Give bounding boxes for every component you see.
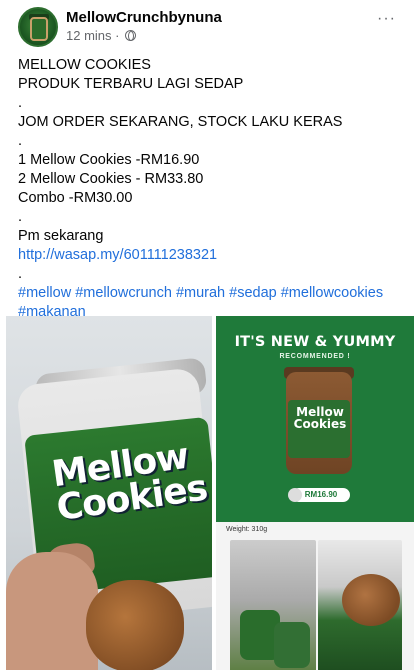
- page-avatar[interactable]: [18, 7, 58, 47]
- post-timestamp[interactable]: 12 mins ·: [66, 28, 137, 43]
- post-header: MellowCrunchbynuna 12 mins · ···: [0, 0, 414, 52]
- small-jar: [274, 622, 310, 668]
- photo-grid: Mellow Cookies IT'S NEW & YUMMY RECOMMEN…: [6, 316, 414, 670]
- whatsapp-link[interactable]: http://wasap.my/601111238321: [18, 246, 408, 265]
- post-line: PRODUK TERBARU LAGI SEDAP: [18, 76, 244, 92]
- promo-price-badge: RM16.90: [288, 488, 350, 502]
- photo-weight[interactable]: Weight: 310g: [216, 522, 414, 670]
- post-line: 2 Mellow Cookies - RM33.80: [18, 171, 204, 187]
- post-line: Combo -RM30.00: [18, 190, 133, 206]
- post-line: MELLOW COOKIES: [18, 57, 151, 73]
- hand: [6, 552, 98, 670]
- more-options-icon[interactable]: ···: [377, 10, 396, 28]
- post-line: Pm sekarang: [18, 228, 104, 244]
- post-line: .: [18, 95, 23, 111]
- post-line: 1 Mellow Cookies -RM16.90: [18, 152, 200, 168]
- post-line: .: [18, 133, 23, 149]
- photo-main-jar[interactable]: Mellow Cookies: [6, 316, 212, 670]
- cookie: [342, 574, 400, 626]
- weight-label: Weight: 310g: [226, 526, 268, 533]
- avatar-jar: [30, 17, 48, 41]
- promo-jar-text: Mellow Cookies: [293, 405, 347, 431]
- post-line: .: [18, 266, 23, 282]
- post-body: MELLOW COOKIES PRODUK TERBARU LAGI SEDAP…: [18, 56, 408, 322]
- promo-subtitle: RECOMMENDED !: [279, 353, 351, 360]
- promo-title: IT'S NEW & YUMMY: [234, 334, 396, 350]
- post-line: JOM ORDER SEKARANG, STOCK LAKU KERAS: [18, 114, 343, 130]
- page-name-link[interactable]: MellowCrunchbynuna: [66, 9, 222, 26]
- post-line: .: [18, 209, 23, 225]
- globe-icon: [125, 30, 137, 41]
- cookie: [86, 580, 184, 670]
- hashtags-line[interactable]: #mellow #mellowcrunch #murah #sedap #mel…: [18, 284, 408, 303]
- photo-promo[interactable]: IT'S NEW & YUMMY RECOMMENDED ! Mellow Co…: [216, 316, 414, 522]
- timestamp-text: 12 mins ·: [66, 28, 120, 43]
